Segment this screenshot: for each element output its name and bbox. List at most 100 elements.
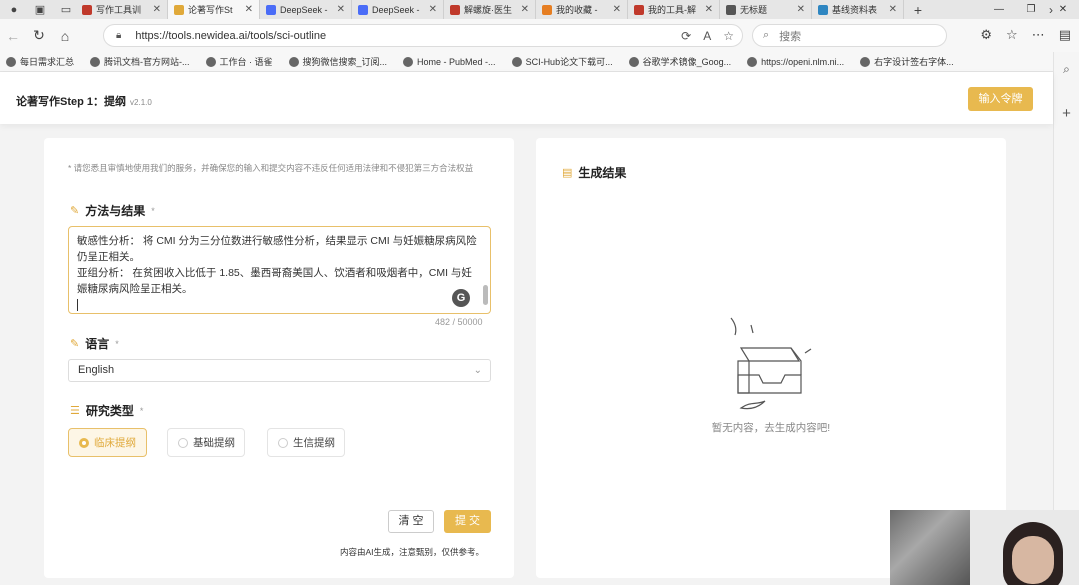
browser-tab[interactable]: 基线资料表 ✕ (812, 0, 904, 19)
browser-search-input[interactable]: ⌕ 搜索 (752, 24, 947, 47)
browser-tab[interactable]: 写作工具训 ✕ (76, 0, 168, 19)
edge-sidebar: ⌕ + (1053, 52, 1079, 585)
tab-strip: ● ▣ ▭ 写作工具训 ✕ 论著写作St ✕ DeepSeek - ✕ DeepSeek -… (0, 0, 1079, 19)
text-caret (77, 299, 78, 311)
bookmark-item[interactable]: 腾讯文档-官方网站-... (90, 55, 206, 68)
result-title-text: 生成结果 (578, 166, 627, 180)
bookmark-item[interactable]: 每日需求汇总 (6, 55, 90, 68)
workspaces-icon[interactable]: ▣ (30, 2, 50, 18)
tab-title: 我的收藏 - (556, 5, 598, 15)
bookmark-favicon-icon (90, 56, 101, 67)
bookmark-item[interactable]: 搜狗微信搜索_订阅... (288, 55, 404, 68)
browser-tab[interactable]: 我的工具-解 ✕ (628, 0, 720, 19)
browser-toolbar-buttons: ⚙ ☆ ⋯ ▤ (980, 27, 1071, 43)
back-icon[interactable]: ← (0, 28, 26, 44)
tab-favicon-icon (450, 4, 460, 15)
tab-title: DeepSeek - (280, 4, 328, 15)
radio-basic-outline[interactable]: 基础提纲 (167, 428, 245, 457)
chevron-down-icon: ⌄ (473, 365, 482, 376)
url-actions: ⟳ A ☆ (681, 29, 734, 43)
tab-favicon-icon (174, 4, 184, 15)
sidebar-add-icon[interactable]: + (1054, 105, 1079, 122)
sidebar-toggle-icon[interactable]: ▤ (1059, 27, 1071, 43)
minimize-icon[interactable]: — (983, 0, 1015, 19)
bookmark-item[interactable]: 谷歌学术镜像_Goog... (628, 55, 748, 68)
bookmark-label: 每日需求汇总 (20, 57, 75, 67)
read-aloud-icon[interactable]: A (703, 29, 711, 43)
extensions-icon[interactable]: ⚙ (980, 27, 992, 43)
language-label-text: 语言 (85, 337, 110, 351)
tab-favicon-icon (542, 4, 552, 15)
tab-close-icon[interactable]: ✕ (245, 4, 253, 15)
radio-clinical-outline[interactable]: 临床提纲 (68, 428, 147, 457)
bookmark-item[interactable]: https://openi.nlm.ni... (747, 56, 860, 67)
lock-icon[interactable]: 🔒︎ (116, 30, 121, 41)
bookmark-favicon-icon (747, 56, 758, 67)
restore-icon[interactable]: ❐ (1015, 0, 1047, 19)
translate-icon[interactable]: ⟳ (681, 29, 691, 43)
clear-button[interactable]: 清 空 (388, 510, 434, 533)
sidebar-search-icon[interactable]: ⌕ (1054, 62, 1079, 77)
favorite-star-icon[interactable]: ☆ (723, 29, 734, 43)
browser-tab[interactable]: 解螺旋·医生 ✕ (444, 0, 536, 19)
bookmark-label: SCI-Hub论文下载可... (525, 57, 613, 67)
grammarly-icon[interactable]: G (452, 289, 470, 307)
tab-close-icon[interactable]: ✕ (337, 4, 345, 15)
tab-close-icon[interactable]: ✕ (797, 4, 805, 15)
input-panel: * 请您悉且审慎地使用我们的服务，并确保您的输入和提交内容不违反任何适用法律和不… (44, 138, 514, 578)
search-placeholder: 搜索 (779, 30, 802, 43)
home-icon[interactable]: ⌂ (52, 28, 78, 44)
bookmark-item[interactable]: 右字设计签右字体... (860, 55, 970, 68)
bookmark-favicon-icon (860, 56, 871, 67)
favorites-icon[interactable]: ☆ (1006, 27, 1018, 43)
methods-label-text: 方法与结果 (85, 204, 146, 218)
bookmark-favicon-icon (288, 56, 299, 67)
tab-favicon-icon (634, 4, 644, 15)
tab-close-icon[interactable]: ✕ (889, 4, 897, 15)
empty-state-text: 暂无内容，去生成内容吧! (711, 422, 831, 434)
browser-tab[interactable]: 无标题 ✕ (720, 0, 812, 19)
more-menu-icon[interactable]: ⋯ (1032, 27, 1045, 43)
url-text: https://tools.newidea.ai/tools/sci-outli… (135, 29, 327, 42)
window-controls: — ❐ ✕ (983, 0, 1079, 19)
required-mark: * (115, 338, 119, 349)
browser-tab[interactable]: 我的收藏 - ✕ (536, 0, 628, 19)
tab-title: DeepSeek - (372, 4, 420, 15)
radio-label: 生信提纲 (293, 437, 335, 449)
browser-tab[interactable]: 论著写作St ✕ (168, 0, 260, 19)
tab-favicon-icon (726, 4, 736, 15)
tab-close-icon[interactable]: ✕ (613, 4, 621, 15)
submit-button[interactable]: 提 交 (444, 510, 491, 533)
profile-icon[interactable]: ● (4, 2, 24, 18)
tab-title: 写作工具训 (96, 5, 142, 15)
browser-tab[interactable]: DeepSeek - ✕ (260, 0, 352, 19)
methods-results-textarea[interactable]: 敏感性分析： 将 CMI 分为三分位数进行敏感性分析，结果显示 CMI 与妊娠糖… (68, 226, 491, 314)
tab-close-icon[interactable]: ✕ (521, 4, 529, 15)
tab-close-icon[interactable]: ✕ (705, 4, 713, 15)
enter-token-button[interactable]: 输入令牌 (968, 87, 1033, 111)
tab-close-icon[interactable]: ✕ (153, 4, 161, 15)
language-select[interactable]: English ⌄ (68, 359, 491, 382)
new-tab-button[interactable]: + (908, 2, 928, 18)
tab-close-icon[interactable]: ✕ (429, 4, 437, 15)
webcam-overlay (890, 510, 1079, 585)
refresh-icon[interactable]: ↻ (26, 27, 52, 44)
bookmark-label: 谷歌学术镜像_Goog... (642, 57, 732, 67)
radio-label: 基础提纲 (193, 437, 235, 449)
language-label: ✎ 语言 * (70, 335, 119, 352)
bookmark-favicon-icon (628, 56, 639, 67)
bookmark-item[interactable]: Home - PubMed -... (403, 56, 512, 67)
tab-actions-icon[interactable]: ▭ (56, 2, 76, 18)
browser-tab[interactable]: DeepSeek - ✕ (352, 0, 444, 19)
url-field[interactable]: 🔒︎ https://tools.newidea.ai/tools/sci-ou… (103, 24, 743, 47)
required-mark: * (151, 205, 155, 216)
textarea-scrollbar[interactable] (483, 285, 488, 305)
bookmark-item[interactable]: 工作台 · 语雀 (205, 55, 289, 68)
bookmark-label: https://openi.nlm.ni... (761, 56, 845, 67)
bookmarks-more-icon[interactable]: › (1049, 3, 1053, 17)
radio-dot (178, 437, 188, 448)
tab-favicon-icon (818, 4, 828, 15)
radio-bioinfo-outline[interactable]: 生信提纲 (267, 428, 345, 457)
bookmark-item[interactable]: SCI-Hub论文下载可... (511, 55, 629, 68)
study-type-label: ☰ 研究类型 * (70, 402, 143, 419)
